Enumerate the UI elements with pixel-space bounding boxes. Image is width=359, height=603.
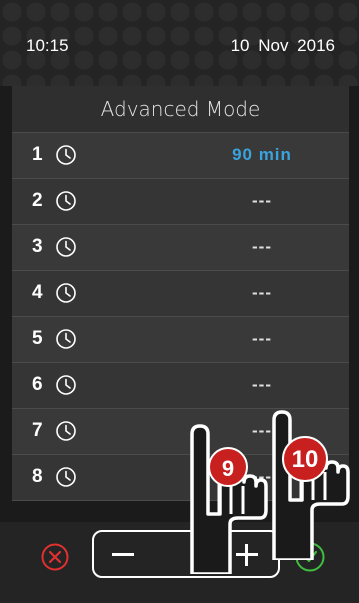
cancel-icon[interactable] xyxy=(40,542,70,572)
row-number: 7 xyxy=(32,420,43,441)
program-row[interactable]: 2 --- xyxy=(12,179,349,225)
row-duration: 90 min xyxy=(232,145,292,164)
program-row[interactable]: 6 --- xyxy=(12,363,349,409)
clock-icon xyxy=(56,467,76,487)
program-row[interactable]: 3 --- xyxy=(12,225,349,271)
row-number: 3 xyxy=(32,236,43,257)
row-duration: --- xyxy=(252,191,272,210)
clock-icon xyxy=(56,145,76,165)
step-badge-9: 9 xyxy=(208,447,248,487)
row-number: 1 xyxy=(32,144,43,165)
row-number: 6 xyxy=(32,374,43,395)
clock-icon xyxy=(56,283,76,303)
pointing-hand-icon xyxy=(272,410,350,560)
clock-time: 10:15 xyxy=(26,36,69,55)
row-number: 2 xyxy=(32,190,43,211)
row-duration: --- xyxy=(252,237,272,256)
clock-icon xyxy=(56,191,76,211)
row-duration: --- xyxy=(252,375,272,394)
step-badge-10: 10 xyxy=(282,436,328,482)
current-date: 10 Nov 2016 xyxy=(230,36,335,55)
status-bar: 10:15 10 Nov 2016 xyxy=(0,0,359,86)
row-number: 5 xyxy=(32,328,43,349)
program-row[interactable]: 1 90 min xyxy=(12,133,349,179)
row-number: 4 xyxy=(32,282,43,303)
clock-icon xyxy=(56,421,76,441)
program-row[interactable]: 4 --- xyxy=(12,271,349,317)
row-number: 8 xyxy=(32,466,43,487)
clock-icon xyxy=(56,329,76,349)
screen-title: Advanced Mode xyxy=(12,86,349,133)
program-row[interactable]: 5 --- xyxy=(12,317,349,363)
clock-icon xyxy=(56,375,76,395)
row-duration: --- xyxy=(252,329,272,348)
decrease-button[interactable] xyxy=(112,553,134,556)
row-duration: --- xyxy=(252,283,272,302)
clock-icon xyxy=(56,237,76,257)
